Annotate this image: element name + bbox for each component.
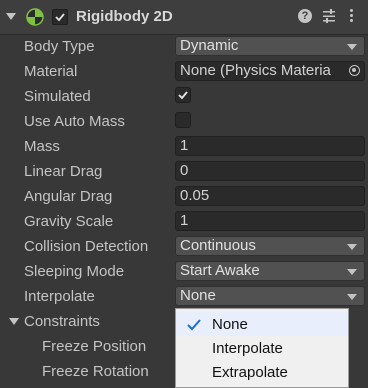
simulated-label: Simulated <box>24 88 91 105</box>
use-auto-mass-row: Use Auto Mass <box>0 110 368 132</box>
material-value: None (Physics Materia <box>180 62 331 79</box>
material-object-field[interactable]: None (Physics Materia <box>175 61 365 81</box>
chevron-down-icon[interactable] <box>6 13 16 20</box>
material-row: Material None (Physics Materia <box>0 60 368 82</box>
linear-drag-label: Linear Drag <box>24 163 103 180</box>
sleeping-mode-dropdown[interactable]: Start Awake <box>175 261 365 281</box>
linear-drag-input[interactable]: 0 <box>175 161 365 181</box>
angular-drag-input[interactable]: 0.05 <box>175 186 365 206</box>
checkmark-icon <box>187 319 201 331</box>
interpolate-dropdown[interactable]: None <box>175 286 365 306</box>
collision-detection-value: Continuous <box>180 237 256 254</box>
angular-drag-row: Angular Drag 0.05 <box>0 185 368 207</box>
component-header[interactable]: Rigidbody 2D ? <box>0 0 368 35</box>
freeze-position-label: Freeze Position <box>42 338 147 355</box>
angular-drag-label: Angular Drag <box>24 188 113 205</box>
freeze-rotation-label: Freeze Rotation <box>42 363 149 380</box>
simulated-row: Simulated <box>0 85 368 107</box>
gravity-scale-label: Gravity Scale <box>24 213 114 230</box>
interpolate-value: None <box>180 287 216 304</box>
dropdown-arrow-icon <box>347 269 357 275</box>
menu-item-label: None <box>212 316 248 333</box>
rigidbody2d-component-icon <box>26 8 44 26</box>
presets-icon[interactable] <box>322 8 336 24</box>
mass-input[interactable]: 1 <box>175 136 365 156</box>
dropdown-arrow-icon <box>347 294 357 300</box>
mass-row: Mass 1 <box>0 135 368 157</box>
sleeping-mode-row: Sleeping Mode Start Awake <box>0 260 368 282</box>
body-type-row: Body Type Dynamic <box>0 35 368 57</box>
use-auto-mass-checkbox[interactable] <box>175 112 191 128</box>
menu-item-label: Extrapolate <box>212 364 288 381</box>
collision-detection-label: Collision Detection <box>24 238 149 255</box>
body-type-label: Body Type <box>24 38 95 55</box>
sleeping-mode-label: Sleeping Mode <box>24 263 125 280</box>
checkmark-icon <box>55 13 65 22</box>
context-menu-icon[interactable] <box>350 9 354 25</box>
menu-item-none[interactable]: None <box>176 312 348 336</box>
collision-detection-row: Collision Detection Continuous <box>0 235 368 257</box>
menu-item-extrapolate[interactable]: Extrapolate <box>176 360 348 384</box>
body-type-dropdown[interactable]: Dynamic <box>175 36 365 56</box>
interpolate-label: Interpolate <box>24 288 95 305</box>
body-type-value: Dynamic <box>180 37 239 54</box>
chevron-down-icon[interactable] <box>9 318 19 325</box>
menu-item-label: Interpolate <box>212 340 283 357</box>
component-title: Rigidbody 2D <box>76 8 173 25</box>
constraints-label: Constraints <box>24 313 100 330</box>
gravity-scale-row: Gravity Scale 1 <box>0 210 368 232</box>
collision-detection-dropdown[interactable]: Continuous <box>175 236 365 256</box>
material-label: Material <box>24 63 78 80</box>
mass-label: Mass <box>24 138 60 155</box>
sleeping-mode-value: Start Awake <box>180 262 260 279</box>
use-auto-mass-label: Use Auto Mass <box>24 113 125 130</box>
simulated-checkbox[interactable] <box>175 87 191 103</box>
interpolate-row: Interpolate None <box>0 285 368 307</box>
object-picker-icon[interactable] <box>349 65 360 76</box>
gravity-scale-input[interactable]: 1 <box>175 211 365 231</box>
menu-item-interpolate[interactable]: Interpolate <box>176 336 348 360</box>
interpolate-dropdown-menu: None Interpolate Extrapolate <box>175 308 349 388</box>
dropdown-arrow-icon <box>347 44 357 50</box>
component-enabled-checkbox[interactable] <box>52 9 68 25</box>
checkmark-icon <box>178 91 188 100</box>
help-icon[interactable]: ? <box>298 9 312 23</box>
dropdown-arrow-icon <box>347 244 357 250</box>
linear-drag-row: Linear Drag 0 <box>0 160 368 182</box>
